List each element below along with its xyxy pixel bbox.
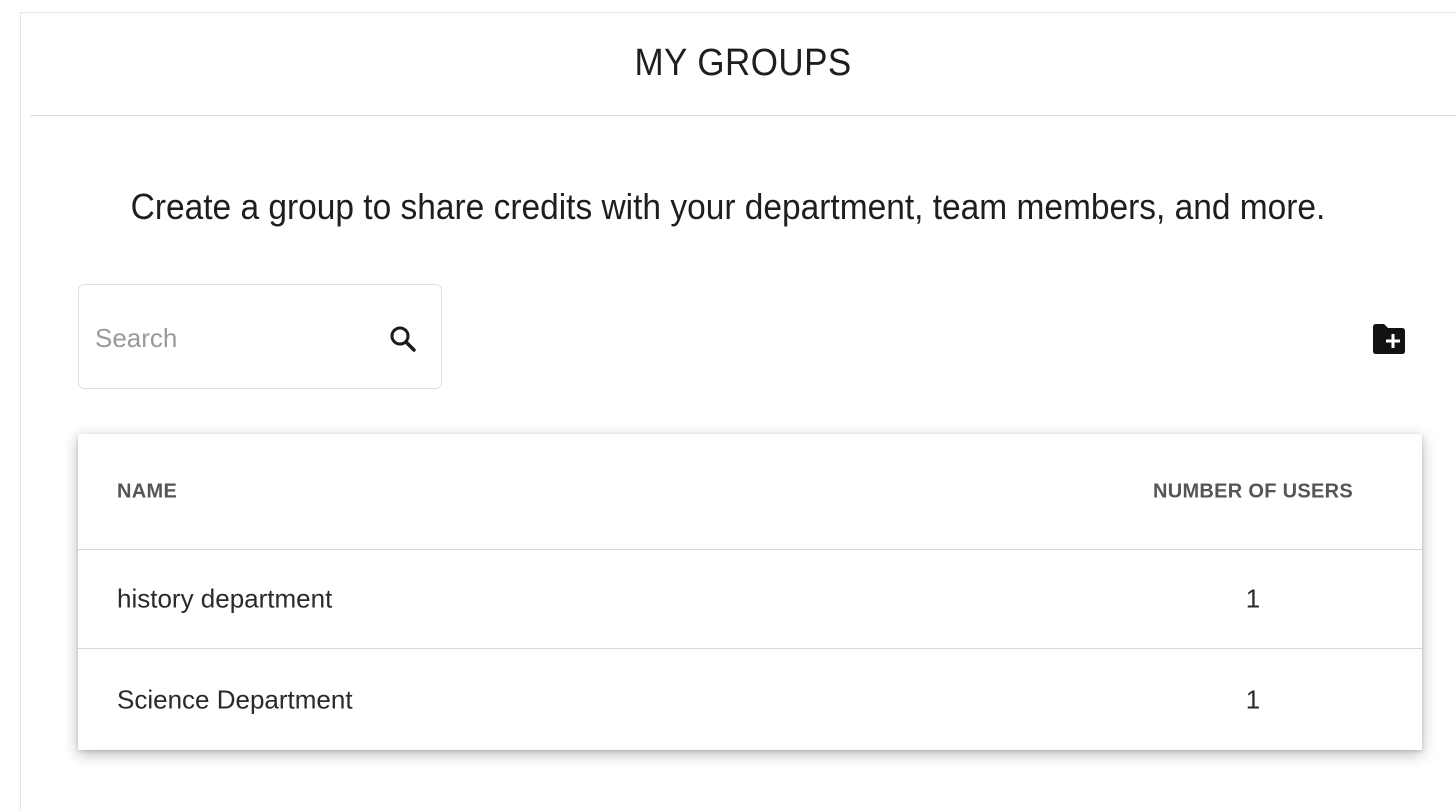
add-group-button[interactable] [1370, 321, 1408, 357]
column-header-name[interactable]: NAME [117, 480, 177, 503]
group-name[interactable]: Science Department [117, 684, 353, 715]
page-title: MY GROUPS [634, 42, 852, 84]
folder-plus-icon [1373, 324, 1405, 354]
page-subtitle: Create a group to share credits with you… [130, 186, 1326, 227]
search-input[interactable] [93, 315, 367, 361]
group-user-count: 1 [1245, 583, 1261, 614]
group-user-count: 1 [1245, 684, 1261, 714]
column-header-number-of-users[interactable]: NUMBER OF USERS [1118, 480, 1388, 503]
groups-table: NAME NUMBER OF USERS history department … [78, 434, 1422, 750]
search-icon[interactable] [388, 324, 418, 354]
table-row[interactable]: Science Department 1 [78, 649, 1422, 750]
search-box[interactable] [78, 284, 442, 389]
table-header-row: NAME NUMBER OF USERS [78, 434, 1422, 550]
group-name[interactable]: history department [117, 584, 332, 615]
page-header: MY GROUPS [30, 12, 1456, 116]
table-row[interactable]: history department 1 [78, 550, 1422, 649]
